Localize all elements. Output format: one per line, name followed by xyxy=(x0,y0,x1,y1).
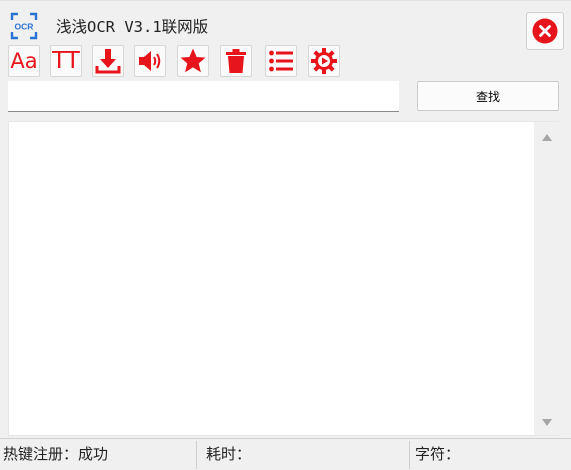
app-window: OCR 浅浅OCR V3.1联网版 Aa TT 查找 热键注册：成功 耗时： 字… xyxy=(0,0,571,470)
speak-button[interactable] xyxy=(134,45,166,77)
hotkey-status: 热键注册：成功 xyxy=(3,445,109,463)
settings-button[interactable] xyxy=(308,45,340,77)
close-icon xyxy=(532,18,558,44)
elapsed-time-status: 耗时： xyxy=(206,445,252,463)
speaker-icon xyxy=(139,51,161,71)
font-size-icon: Aa xyxy=(10,48,38,73)
clear-button[interactable] xyxy=(220,45,252,77)
text-style-icon: TT xyxy=(52,47,80,74)
status-divider xyxy=(196,441,197,469)
status-bar: 热键注册：成功 耗时： 字符： xyxy=(0,438,571,470)
download-icon xyxy=(95,49,121,74)
search-button[interactable]: 查找 xyxy=(417,81,559,111)
text-style-button[interactable]: TT xyxy=(50,45,82,77)
app-title: 浅浅OCR V3.1联网版 xyxy=(56,18,209,36)
star-icon xyxy=(180,48,206,73)
vertical-scrollbar[interactable] xyxy=(534,122,559,435)
close-button[interactable] xyxy=(526,12,564,50)
scroll-down-button[interactable] xyxy=(534,411,559,433)
svg-text:OCR: OCR xyxy=(15,22,34,32)
status-divider xyxy=(409,441,410,469)
font-button[interactable]: Aa xyxy=(8,45,40,77)
scroll-up-button[interactable] xyxy=(534,126,559,148)
download-button[interactable] xyxy=(92,45,124,77)
triangle-down-icon xyxy=(541,418,552,426)
list-button[interactable] xyxy=(265,45,297,77)
trash-icon xyxy=(226,49,246,73)
favorite-button[interactable] xyxy=(177,45,209,77)
result-text-panel xyxy=(8,121,559,436)
ocr-logo-icon: OCR xyxy=(10,12,38,40)
gear-icon xyxy=(311,48,337,74)
list-icon xyxy=(269,50,293,72)
search-input[interactable] xyxy=(8,81,399,112)
triangle-up-icon xyxy=(541,133,552,141)
result-textarea[interactable] xyxy=(9,122,533,435)
char-count-status: 字符： xyxy=(415,445,461,463)
